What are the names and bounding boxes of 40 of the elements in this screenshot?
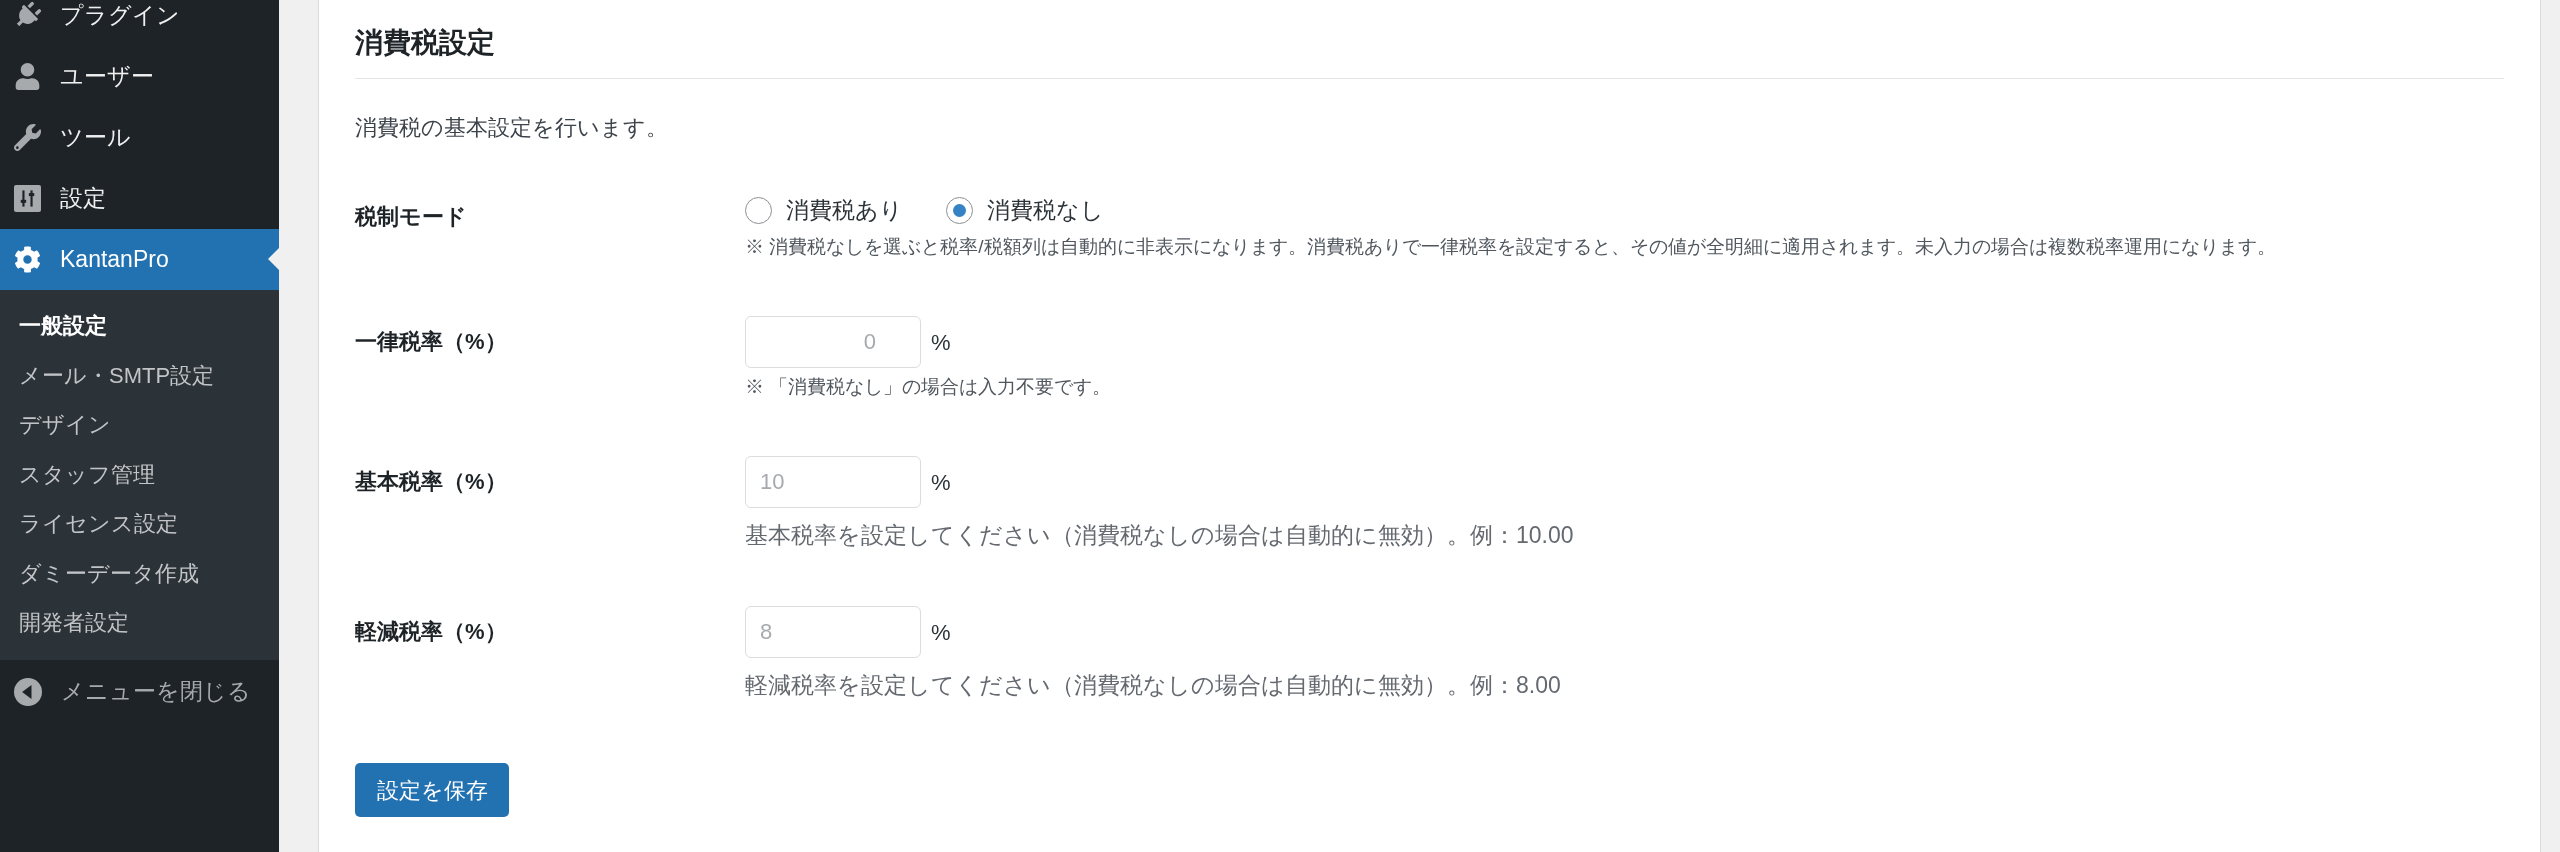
section-description: 消費税の基本設定を行います。 [355, 114, 669, 142]
menu-pointer-icon [268, 248, 279, 270]
sidebar-menu-item[interactable]: プラグイン [0, 0, 279, 46]
collapse-menu-button[interactable]: メニューを閉じる [0, 659, 279, 724]
unit-label: % [931, 468, 951, 497]
field-label: 基本税率（%） [355, 468, 508, 496]
field-label: 税制モード [355, 203, 468, 231]
field-note: ※ 消費税なしを選ぶと税率/税額列は自動的に非表示になります。消費税ありで一律税率を設定すると、その値が全明細に適用されます。未入力の場合は複数税率運用になります。 [745, 235, 2277, 259]
field-description: 基本税率を設定してください（消費税なしの場合は自動的に無効）。例：10.00 [745, 521, 1575, 550]
submenu-item[interactable]: 一般設定 [0, 301, 279, 351]
sidebar-menu-item[interactable]: KantanPro [0, 229, 279, 290]
radio-label[interactable]: 消費税あり [786, 194, 903, 226]
submenu-item[interactable]: ライセンス設定 [0, 499, 279, 549]
section-title: 消費税設定 [355, 27, 496, 59]
sidebar-menu-item[interactable]: ツール [0, 107, 279, 168]
radio-button[interactable] [946, 196, 973, 224]
submenu-item[interactable]: 開発者設定 [0, 598, 279, 648]
submenu-item[interactable]: ダミーデータ作成 [0, 548, 279, 598]
rate-input[interactable]: 8 [745, 606, 921, 658]
submenu-item[interactable]: メール・SMTP設定 [0, 350, 279, 400]
sidebar-menu-item[interactable]: ユーザー [0, 46, 279, 107]
settings-icon [14, 246, 41, 273]
field-description: 軽減税率を設定してください（消費税なしの場合は自動的に無効）。例：8.00 [745, 671, 1562, 700]
wrench-icon [14, 124, 41, 151]
unit-label: % [931, 328, 951, 357]
field-label: 軽減税率（%） [355, 618, 508, 646]
submenu-item[interactable]: スタッフ管理 [0, 449, 279, 499]
unit-label: % [931, 618, 951, 647]
sliders-icon [14, 185, 41, 212]
radio-label[interactable]: 消費税なし [987, 194, 1104, 226]
user-icon [14, 63, 41, 90]
radio-button[interactable] [745, 196, 772, 224]
field-note: ※ 「消費税なし」の場合は入力不要です。 [745, 375, 1113, 399]
collapse-icon [14, 677, 42, 706]
rate-input[interactable]: 10 [745, 456, 921, 508]
rate-input[interactable]: 0 [745, 316, 921, 368]
field-label: 一律税率（%） [355, 328, 508, 356]
submenu-item[interactable]: デザイン [0, 400, 279, 450]
save-button[interactable]: 設定を保存 [355, 763, 509, 817]
sidebar-menu-item[interactable]: 設定 [0, 168, 279, 229]
